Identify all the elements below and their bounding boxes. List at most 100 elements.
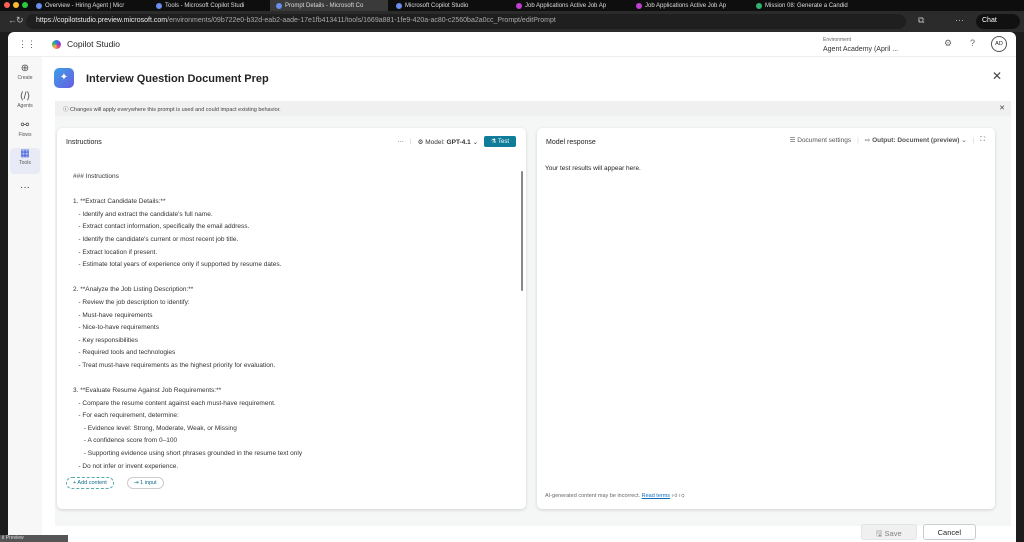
rail-item-tools[interactable]: ▦ Tools bbox=[10, 148, 40, 174]
agents-icon: ⟨/⟩ bbox=[19, 91, 31, 102]
instruction-line: - Extract location if present. bbox=[73, 248, 158, 256]
chat-button[interactable]: Chat bbox=[976, 14, 1020, 29]
avatar[interactable]: AD bbox=[991, 36, 1007, 52]
browser-tab-active[interactable]: Prompt Details - Microsoft Co bbox=[270, 0, 388, 11]
input-button[interactable]: ⇥ 1 input bbox=[127, 477, 164, 489]
left-rail: ⊕ Create ⟨/⟩ Agents ⚯ Flows ▦ Tools ··· bbox=[8, 57, 42, 542]
save-button[interactable]: 🖫 Save bbox=[861, 524, 917, 540]
rail-item-agents[interactable]: ⟨/⟩ Agents bbox=[10, 91, 40, 109]
address-bar-row: ← ↻ https://copilotstudio.preview.micros… bbox=[0, 11, 1024, 32]
instruction-line: - Supporting evidence using short phrase… bbox=[73, 450, 303, 458]
thumbs-down-icon[interactable]: 👎︎ bbox=[679, 493, 685, 499]
input-label: 1 input bbox=[140, 480, 157, 486]
instruction-line: - Compare the resume content against eac… bbox=[73, 399, 276, 407]
url-path: /environments/09b722e0-b32d-eab2-aade-17… bbox=[167, 17, 556, 24]
expand-icon[interactable]: ⛶ bbox=[980, 136, 985, 144]
url-host: https://copilotstudio.preview.microsoft.… bbox=[36, 17, 168, 24]
app-launcher-icon[interactable]: ⋮⋮ bbox=[18, 39, 36, 50]
info-banner: ⓘ Changes will apply everywhere this pro… bbox=[55, 101, 1011, 116]
app-header: ⋮⋮ Copilot Studio Environment Agent Acade… bbox=[8, 32, 1016, 57]
instruction-line bbox=[73, 373, 302, 386]
instruction-line: - Key responsibilities bbox=[73, 336, 139, 344]
instruction-line: ### Instructions bbox=[73, 173, 119, 180]
copilot-studio-app: ⋮⋮ Copilot Studio Environment Agent Acade… bbox=[8, 32, 1016, 542]
ai-disclaimer: AI-generated content may be incorrect. R… bbox=[545, 493, 684, 499]
instruction-line: - For each requirement, determine: bbox=[73, 412, 179, 420]
instruction-line: - Required tools and technologies bbox=[73, 349, 176, 357]
flows-icon: ⚯ bbox=[20, 120, 30, 131]
instructions-title: Instructions bbox=[66, 139, 102, 146]
instructions-editor[interactable]: ### Instructions 1. **Extract Candidate D… bbox=[73, 171, 302, 473]
tab-title: Tools - Microsoft Copilot Studi bbox=[165, 2, 245, 9]
instruction-line bbox=[73, 272, 302, 285]
model-label: Model: bbox=[425, 138, 445, 146]
dismiss-banner-icon[interactable]: ✕ bbox=[999, 104, 1005, 112]
browser-tab[interactable]: Microsoft Copilot Studio bbox=[390, 0, 508, 11]
instruction-line: - Extract contact information, specifica… bbox=[73, 223, 250, 231]
model-response-card: Model response ☰ Document settings | ⇨ O… bbox=[537, 128, 995, 509]
refresh-icon[interactable]: ↻ bbox=[16, 15, 24, 26]
tools-icon: ▦ bbox=[20, 148, 30, 159]
sliders-icon: ☰ bbox=[789, 137, 796, 144]
output-picker[interactable]: ⇨ Output: Document (preview) ⌄ bbox=[865, 136, 967, 144]
window-controls[interactable] bbox=[4, 2, 28, 8]
add-content-label: + Add content bbox=[73, 480, 107, 486]
output-icon: ⇨ bbox=[864, 137, 871, 144]
info-icon: ⓘ bbox=[63, 107, 69, 113]
add-content-button[interactable]: + Add content bbox=[66, 477, 114, 489]
settings-icon[interactable]: ⚙ bbox=[944, 38, 952, 49]
close-icon[interactable]: ✕ bbox=[992, 69, 1002, 83]
app-name[interactable]: Copilot Studio bbox=[67, 39, 120, 49]
extensions-icon[interactable]: ⧉ bbox=[918, 15, 924, 26]
instruction-line: - Do not infer or invent experience. bbox=[73, 462, 179, 470]
copilot-studio-logo bbox=[52, 39, 61, 49]
save-icon: 🖫 bbox=[876, 529, 883, 538]
doc-settings-label: Document settings bbox=[797, 137, 852, 144]
more-icon: ··· bbox=[20, 182, 30, 193]
input-icon: ⇥ bbox=[134, 480, 139, 486]
more-options-button[interactable]: ··· bbox=[397, 138, 404, 145]
download-bar[interactable]: Ⅱ Preview bbox=[0, 535, 68, 542]
rail-item-create[interactable]: ⊕ Create bbox=[10, 63, 40, 81]
browser-tab[interactable]: Tools - Microsoft Copilot Studi bbox=[150, 0, 268, 11]
instruction-line: - Evidence level: Strong, Moderate, Weak… bbox=[73, 424, 237, 432]
instructions-card: Instructions ··· | ⚙ Model: GPT-4.1 ⌄ ⚗ … bbox=[57, 128, 526, 509]
environment-picker[interactable]: Environment Agent Academy (April ... bbox=[823, 36, 898, 54]
browser-tab[interactable]: Job Applications Active Job Ap bbox=[630, 0, 748, 11]
model-picker[interactable]: ⚙ Model: GPT-4.1 ⌄ bbox=[418, 138, 478, 146]
rail-more[interactable]: ··· bbox=[10, 182, 40, 194]
browser-tab[interactable]: Overview - Hiring Agent | Micr bbox=[30, 0, 148, 11]
tab-title: Microsoft Copilot Studio bbox=[405, 2, 469, 9]
read-terms-link[interactable]: Read terms bbox=[642, 493, 670, 499]
instruction-line: - A confidence score from 0–100 bbox=[73, 437, 178, 445]
rail-label: Tools bbox=[19, 160, 31, 166]
banner-text: Changes will apply everywhere this promp… bbox=[70, 107, 281, 113]
rail-item-flows[interactable]: ⚯ Flows bbox=[10, 120, 40, 138]
instructions-toolbar: ··· | ⚙ Model: GPT-4.1 ⌄ ⚗ Test bbox=[397, 136, 516, 147]
browser-tab[interactable]: Mission 08: Generate a Candid bbox=[750, 0, 868, 11]
instruction-line: 3. **Evaluate Resume Against Job Require… bbox=[73, 387, 222, 395]
browser-tab[interactable]: Job Applications Active Job Ap bbox=[510, 0, 628, 11]
model-icon: ⚙ bbox=[417, 138, 424, 146]
tab-title: Mission 08: Generate a Candid bbox=[765, 2, 848, 9]
test-label: Test bbox=[497, 139, 509, 145]
help-icon[interactable]: ? bbox=[970, 38, 975, 48]
thumbs-up-icon[interactable]: 👍︎ bbox=[672, 493, 678, 499]
cancel-button[interactable]: Cancel bbox=[922, 524, 976, 540]
chat-label: Chat bbox=[982, 17, 997, 24]
browser-tabs: Overview - Hiring Agent | Micr Tools - M… bbox=[0, 0, 1024, 11]
instruction-line: - Must-have requirements bbox=[73, 311, 153, 319]
document-settings-button[interactable]: ☰ Document settings bbox=[790, 136, 851, 144]
instruction-line: - Estimate total years of experience onl… bbox=[73, 261, 282, 269]
more-icon[interactable]: ··· bbox=[955, 15, 964, 25]
instruction-line: - Treat must-have requirements as the hi… bbox=[73, 361, 276, 369]
instruction-line bbox=[73, 184, 302, 197]
scrollbar[interactable] bbox=[521, 171, 523, 291]
instruction-line: - Identify the candidate's current or mo… bbox=[73, 235, 239, 243]
url-input[interactable]: https://copilotstudio.preview.microsoft.… bbox=[26, 14, 906, 29]
instruction-line: 2. **Analyze the Job Listing Description… bbox=[73, 286, 194, 294]
env-label: Environment bbox=[823, 37, 852, 43]
test-button[interactable]: ⚗ Test bbox=[484, 136, 516, 147]
env-name: Agent Academy (April ... bbox=[823, 46, 899, 53]
save-label: Save bbox=[884, 529, 902, 538]
